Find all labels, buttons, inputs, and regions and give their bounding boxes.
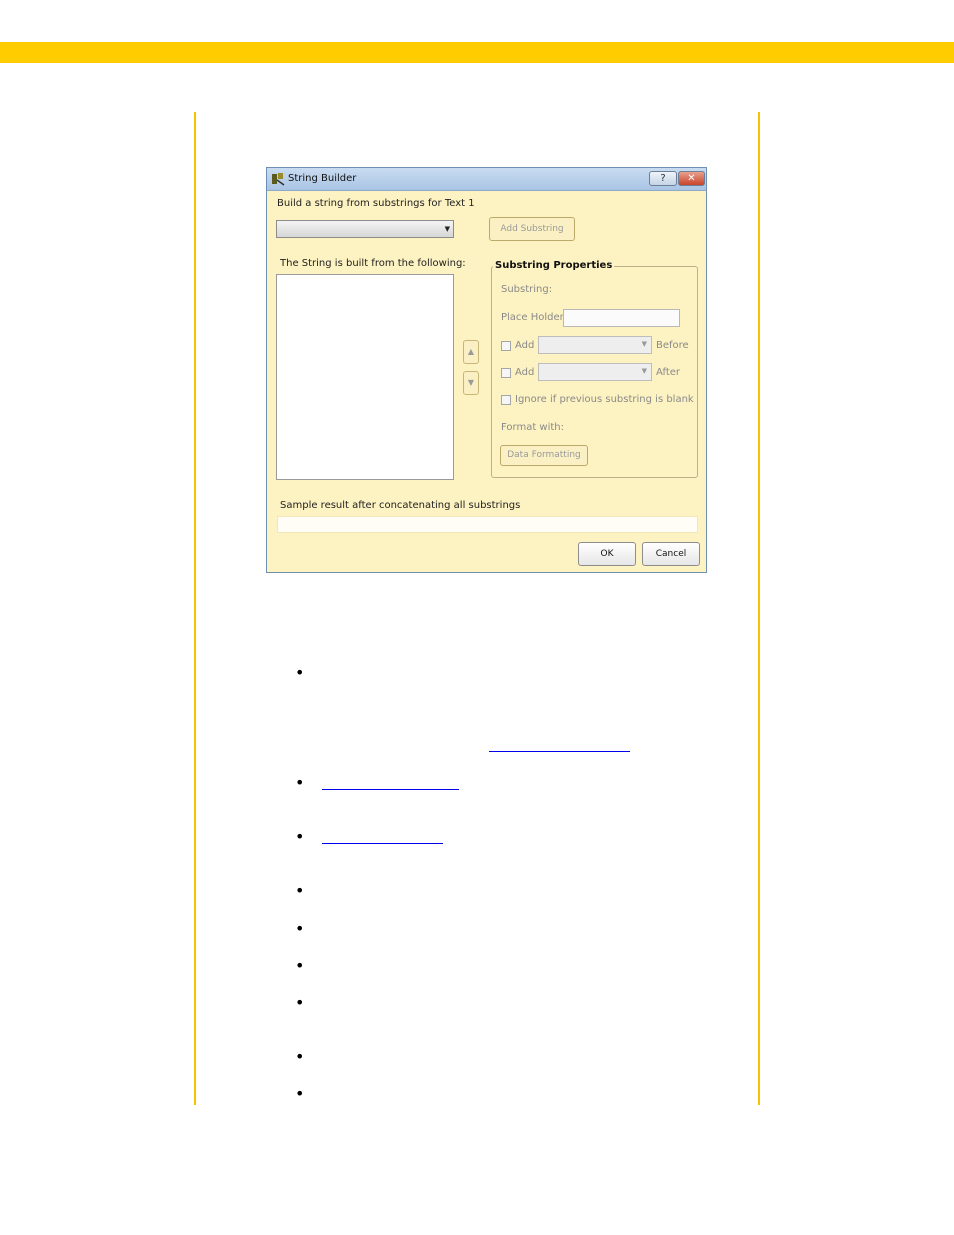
add-before-label: Add — [515, 340, 535, 351]
substring-list[interactable] — [276, 274, 454, 480]
close-button[interactable]: ✕ — [678, 171, 705, 186]
after-label: After — [656, 367, 681, 378]
chevron-down-icon: ▼ — [444, 225, 450, 233]
add-after-checkbox[interactable] — [501, 368, 511, 378]
build-string-label: Build a string from substrings for Text … — [277, 198, 475, 209]
list-bullet: • — [295, 773, 305, 792]
after-dropdown[interactable]: ▼ — [538, 363, 652, 381]
string-builder-app-icon — [272, 173, 285, 186]
arrow-up-icon: ▲ — [467, 347, 475, 356]
substring-label: Substring: — [501, 284, 553, 295]
hyperlink-underline[interactable] — [322, 843, 443, 844]
data-formatting-button[interactable]: Data Formatting — [500, 445, 588, 466]
chevron-down-icon: ▼ — [641, 340, 647, 348]
header-accent-bar — [0, 42, 954, 63]
placeholder-label: Place Holder: — [501, 312, 567, 323]
ignore-blank-label: Ignore if previous substring is blank — [515, 394, 694, 405]
placeholder-input[interactable] — [563, 309, 680, 327]
before-dropdown[interactable]: ▼ — [538, 336, 652, 354]
move-up-button[interactable]: ▲ — [463, 340, 479, 364]
list-bullet: • — [295, 993, 305, 1012]
hyperlink-underline[interactable] — [322, 789, 459, 790]
cancel-button[interactable]: Cancel — [642, 542, 700, 566]
right-margin-rule — [758, 112, 760, 1105]
left-margin-rule — [194, 112, 196, 1105]
list-bullet: • — [295, 827, 305, 846]
hyperlink-underline[interactable] — [489, 751, 630, 752]
list-bullet: • — [295, 1084, 305, 1103]
format-with-label: Format with: — [501, 422, 565, 433]
list-bullet: • — [295, 1047, 305, 1066]
substring-properties-title: Substring Properties — [493, 260, 615, 271]
ok-button[interactable]: OK — [578, 542, 636, 566]
substring-list-label: The String is built from the following: — [280, 258, 466, 269]
ignore-blank-checkbox[interactable] — [501, 395, 511, 405]
text-object-dropdown[interactable]: ▼ — [276, 220, 454, 238]
arrow-down-icon: ▼ — [467, 378, 475, 387]
dialog-title: String Builder — [288, 173, 357, 184]
dialog-title-bar[interactable]: String Builder ? ✕ — [267, 168, 706, 191]
before-label: Before — [656, 340, 689, 351]
help-button[interactable]: ? — [649, 171, 677, 186]
move-down-button[interactable]: ▼ — [463, 371, 479, 395]
add-after-label: Add — [515, 367, 535, 378]
add-before-checkbox[interactable] — [501, 341, 511, 351]
list-bullet: • — [295, 881, 305, 900]
add-substring-button[interactable]: Add Substring — [489, 217, 575, 241]
chevron-down-icon: ▼ — [641, 367, 647, 375]
string-builder-dialog: String Builder ? ✕ Build a string from s… — [266, 167, 707, 573]
sample-result-label: Sample result after concatenating all su… — [280, 500, 521, 511]
sample-result-display — [277, 516, 698, 533]
list-bullet: • — [295, 919, 305, 938]
list-bullet: • — [295, 956, 305, 975]
list-bullet: • — [295, 663, 305, 682]
